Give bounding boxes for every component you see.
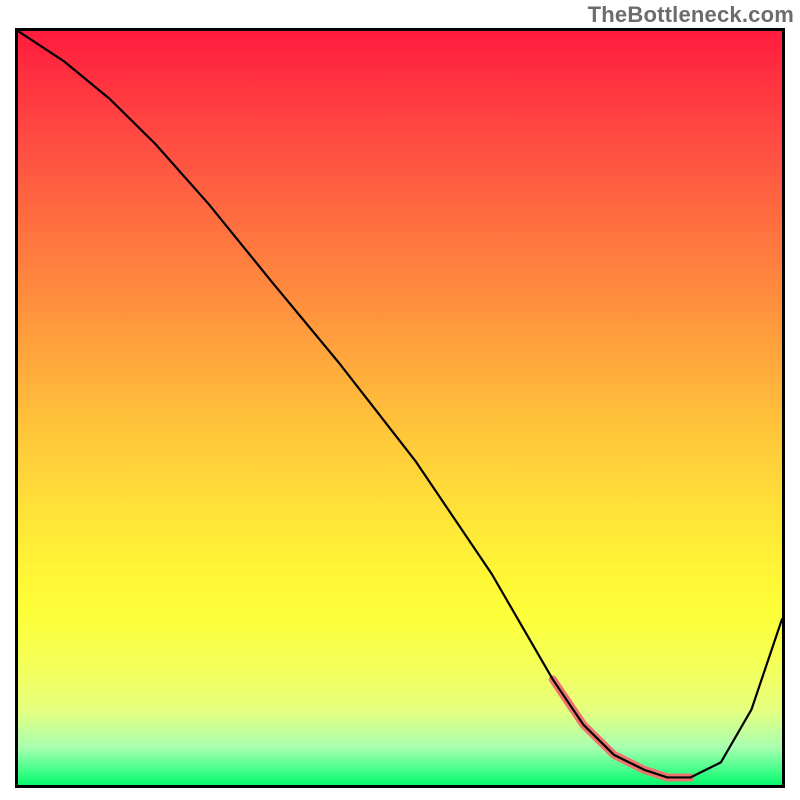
plot-area bbox=[15, 28, 785, 788]
watermark-text: TheBottleneck.com bbox=[588, 2, 794, 28]
main-curve bbox=[18, 31, 782, 777]
highlight-segment bbox=[553, 679, 691, 777]
curve-overlay bbox=[18, 31, 782, 785]
chart-canvas: TheBottleneck.com bbox=[0, 0, 800, 800]
